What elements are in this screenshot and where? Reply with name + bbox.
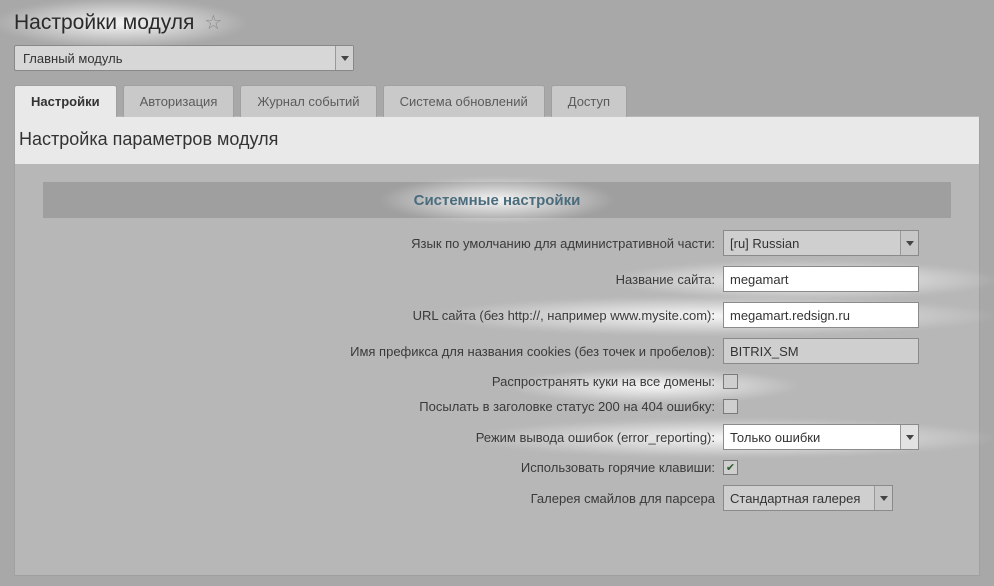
- send200on404-checkbox[interactable]: [723, 399, 738, 414]
- smile-gallery-value: Стандартная галерея: [730, 491, 860, 506]
- tab-settings[interactable]: Настройки: [14, 85, 117, 117]
- module-select[interactable]: Главный модуль: [14, 45, 354, 71]
- favorite-star-icon[interactable]: ☆: [204, 10, 222, 35]
- spread-cookies-checkbox[interactable]: [723, 374, 738, 389]
- admin-lang-select[interactable]: [ru] Russian: [723, 230, 919, 256]
- admin-lang-label: Язык по умолчанию для административной ч…: [43, 236, 723, 251]
- section-header-label: Системные настройки: [414, 192, 581, 209]
- tab-event-log[interactable]: Журнал событий: [240, 85, 376, 117]
- section-header: Системные настройки: [43, 182, 951, 218]
- chevron-down-icon: [900, 231, 918, 255]
- error-reporting-label: Режим вывода ошибок (error_reporting):: [43, 430, 723, 445]
- hotkeys-checkbox[interactable]: [723, 460, 738, 475]
- site-name-input[interactable]: [723, 266, 919, 292]
- tab-access[interactable]: Доступ: [551, 85, 627, 117]
- admin-lang-value: [ru] Russian: [730, 236, 799, 251]
- cookie-prefix-label: Имя префикса для названия cookies (без т…: [43, 344, 723, 359]
- spread-cookies-label: Распространять куки на все домены:: [43, 374, 723, 389]
- panel-title: Настройка параметров модуля: [15, 117, 979, 164]
- chevron-down-icon: [900, 425, 918, 449]
- site-url-label: URL сайта (без http://, например www.mys…: [43, 308, 723, 323]
- send200on404-label: Посылать в заголовке статус 200 на 404 о…: [43, 399, 723, 414]
- site-name-label: Название сайта:: [43, 272, 723, 287]
- smile-gallery-label: Галерея смайлов для парсера: [43, 491, 723, 506]
- error-reporting-select[interactable]: Только ошибки: [723, 424, 919, 450]
- smile-gallery-select[interactable]: Стандартная галерея: [723, 485, 893, 511]
- hotkeys-label: Использовать горячие клавиши:: [43, 460, 723, 475]
- chevron-down-icon: [874, 486, 892, 510]
- tabs: Настройки Авторизация Журнал событий Сис…: [0, 85, 994, 117]
- site-url-input[interactable]: [723, 302, 919, 328]
- tab-updates[interactable]: Система обновлений: [383, 85, 545, 117]
- chevron-down-icon: [335, 46, 353, 70]
- error-reporting-value: Только ошибки: [730, 430, 820, 445]
- cookie-prefix-input[interactable]: [723, 338, 919, 364]
- tab-auth[interactable]: Авторизация: [123, 85, 235, 117]
- module-select-value: Главный модуль: [23, 51, 122, 66]
- page-title: Настройки модуля: [14, 11, 194, 35]
